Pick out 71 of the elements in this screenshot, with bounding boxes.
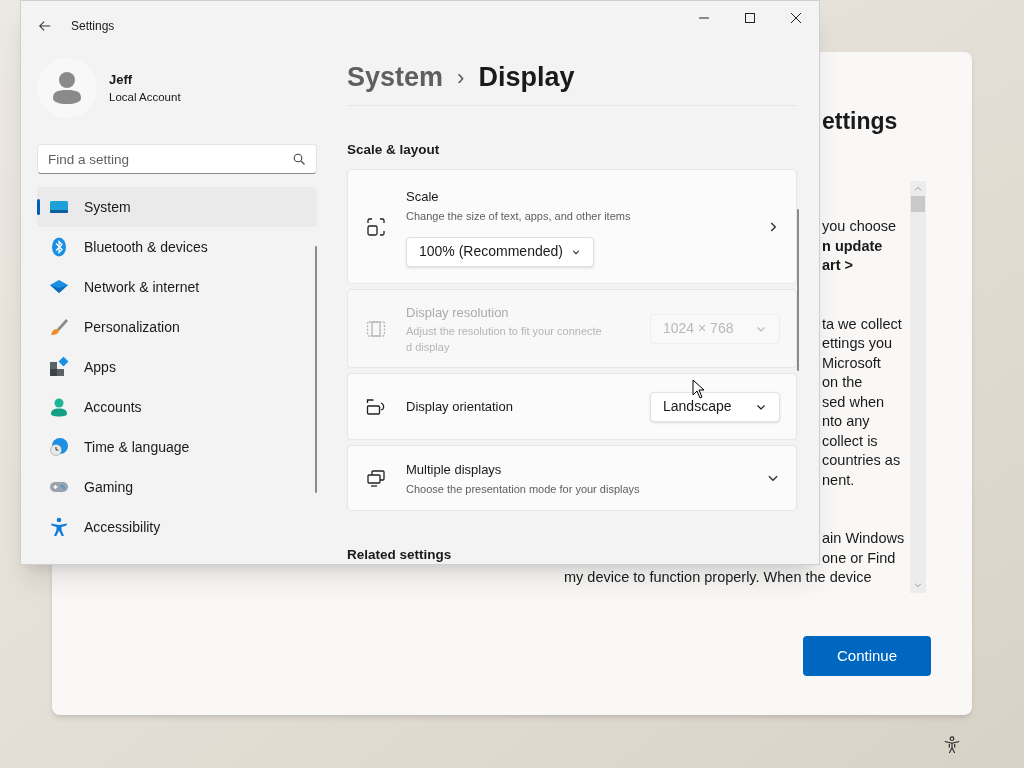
bluetooth-icon <box>49 237 69 257</box>
body-text: on the <box>822 373 864 392</box>
body-text: Microsoft <box>822 353 882 373</box>
scroll-up-icon <box>913 184 923 194</box>
accessibility-icon[interactable] <box>943 736 961 754</box>
dropdown[interactable]: 100% (Recommended) <box>406 236 594 267</box>
setting-card[interactable]: Scale Change the size of text, apps, and other items 100% (Recommended) <box>347 169 797 285</box>
body-text: nent. <box>822 470 856 490</box>
dropdown[interactable]: Landscape <box>650 391 780 422</box>
body-text: one or Find <box>822 548 897 568</box>
nav-item[interactable]: Accessibility <box>37 507 317 547</box>
section-heading: Scale & layout <box>347 141 441 159</box>
body-text: sed when <box>822 392 886 412</box>
setting-description: Change the size of text, apps, and other items <box>406 208 632 224</box>
nav-item[interactable]: Personalization <box>37 307 317 347</box>
mouse-cursor-icon <box>692 379 704 399</box>
close-icon <box>791 13 801 23</box>
body-text: you choose <box>822 217 898 236</box>
nav-item[interactable]: System <box>37 187 317 227</box>
maximize-icon <box>745 13 755 23</box>
account-type: Local Account <box>109 90 181 106</box>
setting-title: Scale <box>406 188 440 206</box>
globe-clock-icon <box>49 437 69 457</box>
resolution-icon <box>366 318 386 339</box>
setting-title: Multiple displays <box>406 461 503 479</box>
body-text: countries as <box>822 451 902 470</box>
window-title: Settings <box>71 18 115 35</box>
person-silhouette-icon <box>52 71 82 105</box>
setting-description: Choose the presentation mode for your displays <box>406 481 641 497</box>
body-text: collect is <box>822 431 879 451</box>
setting-title: Display resolution <box>406 303 510 322</box>
body-text: my device to function properly. When the device <box>564 568 873 587</box>
selection-indicator <box>37 199 40 215</box>
nav-scrollbar[interactable] <box>315 246 317 493</box>
nav-item[interactable]: Gaming <box>37 467 317 507</box>
brush-icon <box>49 317 69 337</box>
user-name: Jeff <box>109 70 134 89</box>
section-heading: Related settings <box>347 546 453 564</box>
breadcrumb-parent[interactable]: System <box>347 56 444 98</box>
body-text: ettings you <box>822 334 894 353</box>
body-text: ta we collect <box>822 314 903 334</box>
body-text: ain Windows <box>822 529 906 548</box>
page-title: Display <box>478 60 575 94</box>
setting-card[interactable]: Multiple displays Choose the presentation mode for your displays <box>347 445 797 512</box>
scrollbar[interactable] <box>910 181 926 593</box>
breadcrumb-separator: › <box>457 63 465 92</box>
nav-item[interactable]: Accounts <box>37 387 317 427</box>
body-text: nto any <box>822 412 871 431</box>
person-icon <box>49 397 69 417</box>
scroll-thumb[interactable] <box>911 196 925 212</box>
continue-button[interactable]: Continue <box>803 636 931 676</box>
body-text: art > <box>822 256 855 275</box>
apps-icon <box>49 357 69 377</box>
back-arrow-icon[interactable] <box>38 19 52 33</box>
nav-item[interactable]: Apps <box>37 347 317 387</box>
nav-item[interactable]: Network & internet <box>37 267 317 307</box>
nav-item[interactable]: Bluetooth & devices <box>37 227 317 267</box>
multiple-displays-icon <box>366 468 386 489</box>
search-icon <box>293 153 305 165</box>
setting-title: Display orientation <box>406 398 514 416</box>
setting-description: Adjust the resolution to fit your connected display <box>406 324 603 355</box>
setting-card[interactable]: Display orientation Landscape <box>347 373 797 441</box>
body-text: n update <box>822 236 884 256</box>
scale-icon <box>366 216 386 237</box>
nav-item[interactable]: Time & language <box>37 427 317 467</box>
search-field[interactable]: Find a setting <box>37 144 317 174</box>
setup-title: ettings <box>822 107 899 136</box>
rotate-screen-icon <box>366 396 386 417</box>
scroll-down-icon <box>913 580 923 590</box>
accessibility-icon <box>49 517 69 537</box>
content-scrollbar[interactable] <box>797 209 799 371</box>
